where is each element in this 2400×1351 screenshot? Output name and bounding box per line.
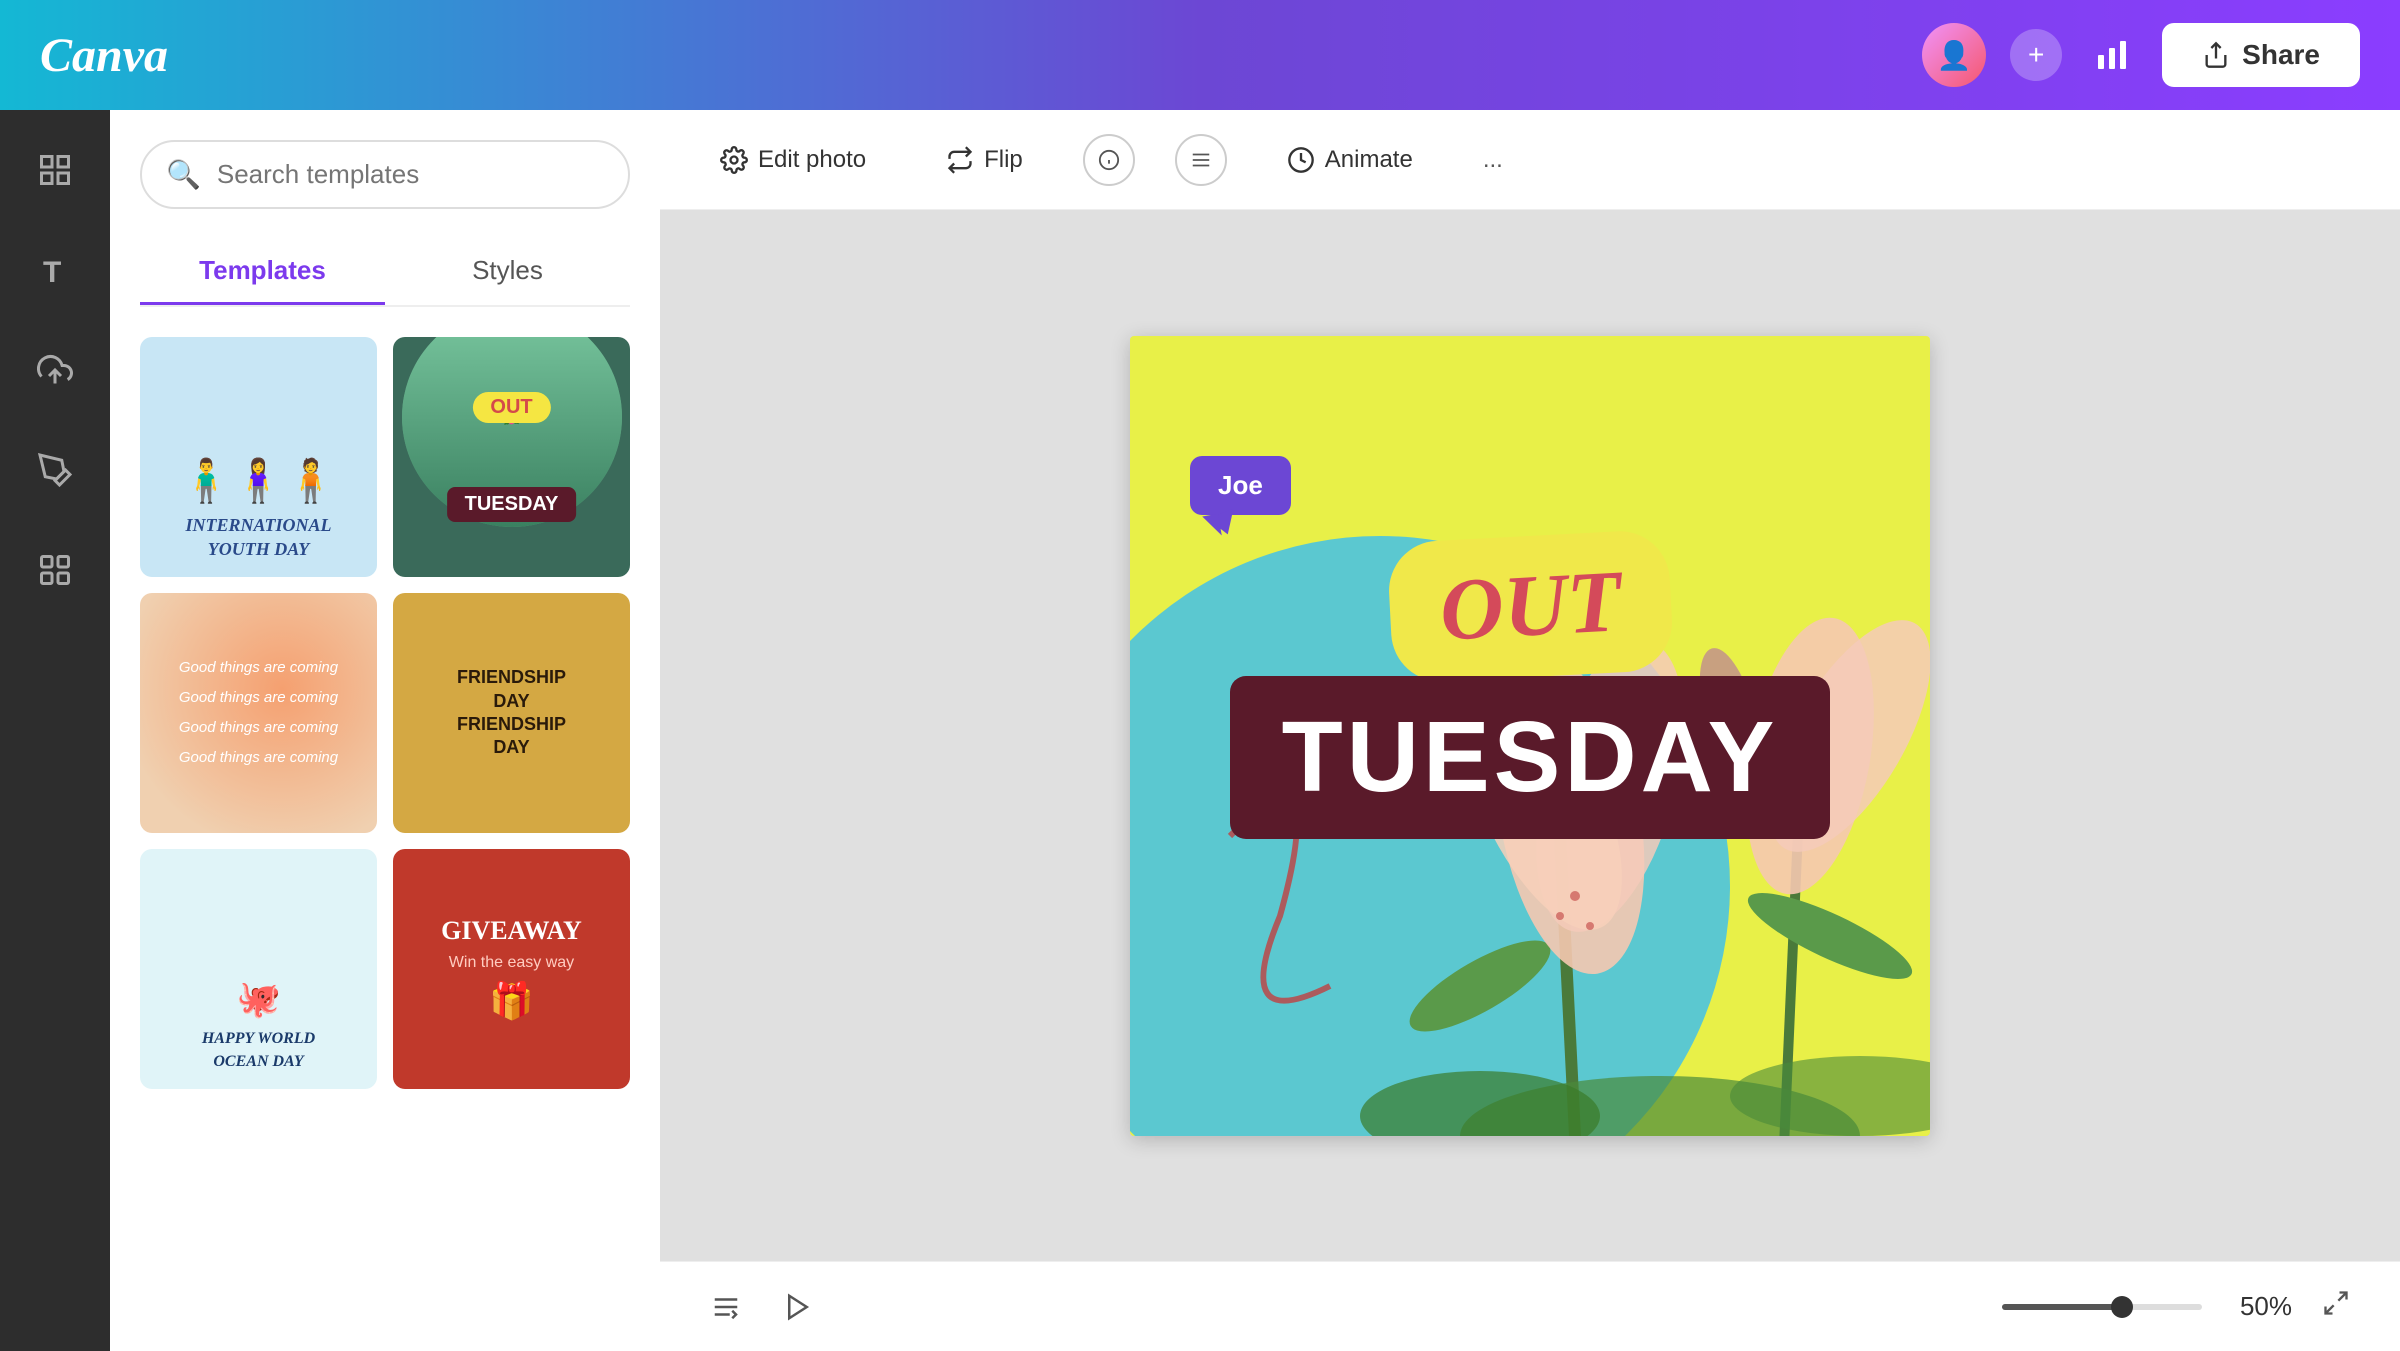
template-card-tuesday[interactable]: 🌺 OUT TUESDAY (393, 337, 630, 577)
template-card-youth[interactable]: 🧍‍♂️🧍‍♀️🧍 INTERNATIONALYOUTH DAY (140, 337, 377, 577)
animate-button[interactable]: Animate (1267, 132, 1433, 188)
tab-templates[interactable]: Templates (140, 239, 385, 305)
out-badge: OUT (1387, 528, 1675, 684)
joe-cursor: Joe (1190, 456, 1291, 537)
search-bar: 🔍 (140, 140, 630, 209)
bottom-left-controls (700, 1281, 824, 1333)
zoom-thumb[interactable] (2111, 1296, 2133, 1318)
template-card-giveaway[interactable]: GIVEAWAY Win the easy way 🎁 (393, 849, 630, 1089)
notes-button[interactable] (700, 1281, 752, 1333)
design-canvas[interactable]: OUT TUESDAY Joe (1130, 336, 1930, 1136)
share-button[interactable]: Share (2162, 23, 2360, 87)
zoom-label: 50% (2222, 1291, 2292, 1322)
sidebar-item-text[interactable]: T (25, 240, 85, 300)
tuesday-text: TUESDAY (1282, 701, 1779, 813)
bottom-bar: 50% (660, 1261, 2400, 1351)
template-grid: 🧍‍♂️🧍‍♀️🧍 INTERNATIONALYOUTH DAY 🌺 OUT T… (140, 337, 630, 1089)
sidebar-item-draw[interactable] (25, 440, 85, 500)
tuesday-label-small: TUESDAY (447, 487, 577, 522)
sidebar-item-templates[interactable] (25, 140, 85, 200)
joe-label: Joe (1190, 456, 1291, 515)
add-button[interactable]: + (2010, 29, 2062, 81)
good-things-text: Good things are comingGood things are co… (179, 653, 338, 773)
giveaway-icon: 🎁 (489, 980, 534, 1022)
app-header: Canva 👤 + Share (0, 0, 2400, 110)
out-text: OUT (1438, 553, 1624, 659)
more-options-button[interactable]: ... (1473, 136, 1513, 184)
youth-title: INTERNATIONALYOUTH DAY (185, 514, 331, 561)
search-input[interactable] (217, 159, 604, 190)
zoom-track[interactable] (2002, 1304, 2202, 1310)
align-button[interactable] (1175, 134, 1227, 186)
canva-logo[interactable]: Canva (40, 28, 168, 83)
youth-figures: 🧍‍♂️🧍‍♀️🧍 (180, 457, 337, 506)
present-button[interactable] (772, 1281, 824, 1333)
canvas-container: OUT TUESDAY Joe (660, 210, 2400, 1261)
giveaway-sub: Win the easy way (449, 954, 574, 972)
fullscreen-button[interactable] (2312, 1283, 2360, 1331)
template-card-ocean[interactable]: 🐙 HAPPY WORLDOCEAN DAY (140, 849, 377, 1089)
sidebar: T (0, 110, 110, 1351)
avatar[interactable]: 👤 (1922, 23, 1986, 87)
out-label-small: OUT (472, 392, 550, 423)
template-card-friendship[interactable]: FRIENDSHIPDAYFRIENDSHIPDAY (393, 593, 630, 833)
zoom-area: 50% (2002, 1283, 2360, 1331)
tabs: Templates Styles (140, 239, 630, 307)
analytics-button[interactable] (2086, 29, 2138, 81)
tuesday-badge: TUESDAY (1230, 676, 1830, 839)
ocean-title: HAPPY WORLDOCEAN DAY (202, 1028, 315, 1073)
search-icon: 🔍 (166, 158, 201, 191)
zoom-fill (2002, 1304, 2122, 1310)
edit-photo-button[interactable]: Edit photo (700, 132, 886, 188)
ocean-icon: 🐙 (236, 978, 281, 1020)
svg-text:T: T (43, 256, 61, 288)
toolbar: Edit photo Flip Animate ... (660, 110, 2400, 210)
sidebar-item-apps[interactable] (25, 540, 85, 600)
info-button[interactable] (1083, 134, 1135, 186)
templates-panel: 🔍 Templates Styles 🧍‍♂️🧍‍♀️🧍 INTERNATION… (110, 110, 660, 1351)
flip-button[interactable]: Flip (926, 132, 1043, 188)
giveaway-title: GIVEAWAY (441, 916, 582, 946)
tab-styles[interactable]: Styles (385, 239, 630, 305)
canvas-area: Edit photo Flip Animate ... (660, 110, 2400, 1351)
header-right: 👤 + Share (1922, 23, 2360, 87)
friendship-text: FRIENDSHIPDAYFRIENDSHIPDAY (457, 666, 566, 760)
template-card-good[interactable]: Good things are comingGood things are co… (140, 593, 377, 833)
sidebar-item-upload[interactable] (25, 340, 85, 400)
